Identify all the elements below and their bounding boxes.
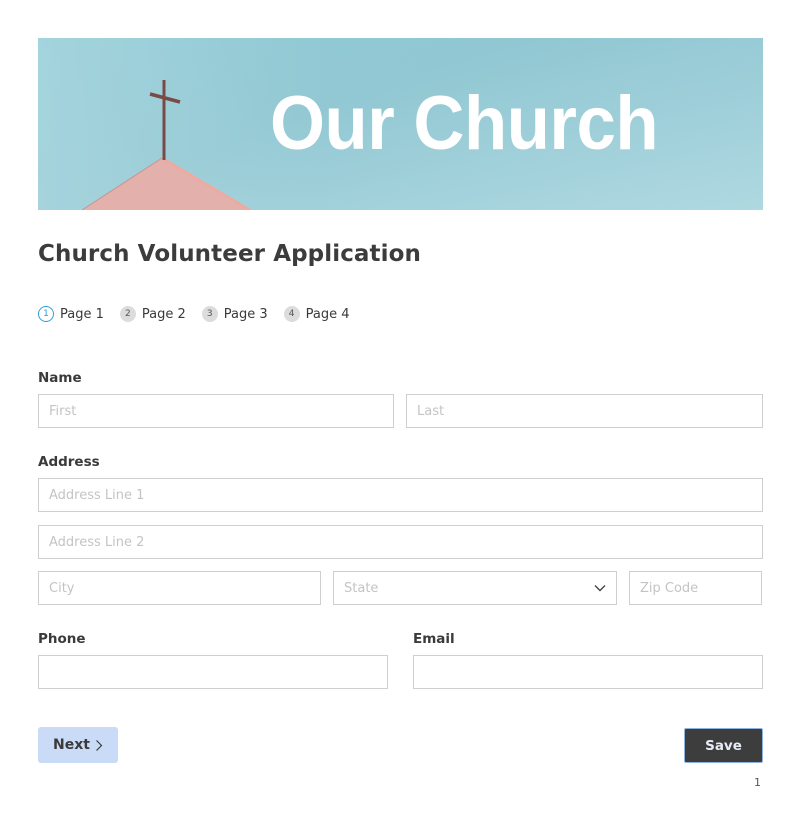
email-label: Email [413,631,455,647]
address-line-1-input[interactable]: Address Line 1 [38,478,763,512]
chevron-down-icon [594,585,606,592]
cross-vertical [162,80,166,160]
next-button-label: Next [53,737,90,753]
save-button[interactable]: Save [684,728,763,763]
city-input[interactable]: City [38,571,321,605]
first-name-input[interactable]: First [38,394,394,428]
last-name-input[interactable]: Last [406,394,763,428]
step-label: Page 3 [223,306,268,322]
step-label: Page 4 [305,306,350,322]
address-line-1-placeholder: Address Line 1 [49,487,145,503]
first-name-placeholder: First [49,403,77,419]
step-page-1[interactable]: 1 Page 1 [38,306,104,322]
phone-label: Phone [38,631,86,647]
page-number: 1 [754,776,761,789]
last-name-placeholder: Last [417,403,445,419]
banner-title: Our Church [270,81,659,166]
state-select[interactable]: State [333,571,617,605]
next-button[interactable]: Next [38,727,118,763]
address-line-2-input[interactable]: Address Line 2 [38,525,763,559]
step-number-badge: 1 [38,306,54,322]
name-label: Name [38,370,82,386]
header-banner: Our Church [38,38,763,210]
step-label: Page 1 [60,306,104,322]
step-page-3[interactable]: 3 Page 3 [201,306,268,322]
state-placeholder: State [344,580,379,596]
step-number-badge: 2 [119,306,136,322]
step-number-badge: 4 [283,306,300,322]
form-title: Church Volunteer Application [38,241,422,267]
step-page-4[interactable]: 4 Page 4 [283,306,350,322]
zip-code-placeholder: Zip Code [640,580,699,596]
step-page-2[interactable]: 2 Page 2 [119,306,186,322]
address-line-2-placeholder: Address Line 2 [49,534,145,550]
roof-shape [82,158,250,210]
step-label: Page 2 [141,306,186,322]
zip-code-input[interactable]: Zip Code [629,571,762,605]
page-steps: 1 Page 1 2 Page 2 3 Page 3 4 Page 4 [38,306,366,322]
email-input[interactable] [413,655,763,689]
save-button-label: Save [705,737,742,754]
address-label: Address [38,454,100,470]
city-placeholder: City [49,580,75,596]
phone-input[interactable] [38,655,388,689]
step-number-badge: 3 [201,306,218,322]
chevron-right-icon [96,739,103,751]
